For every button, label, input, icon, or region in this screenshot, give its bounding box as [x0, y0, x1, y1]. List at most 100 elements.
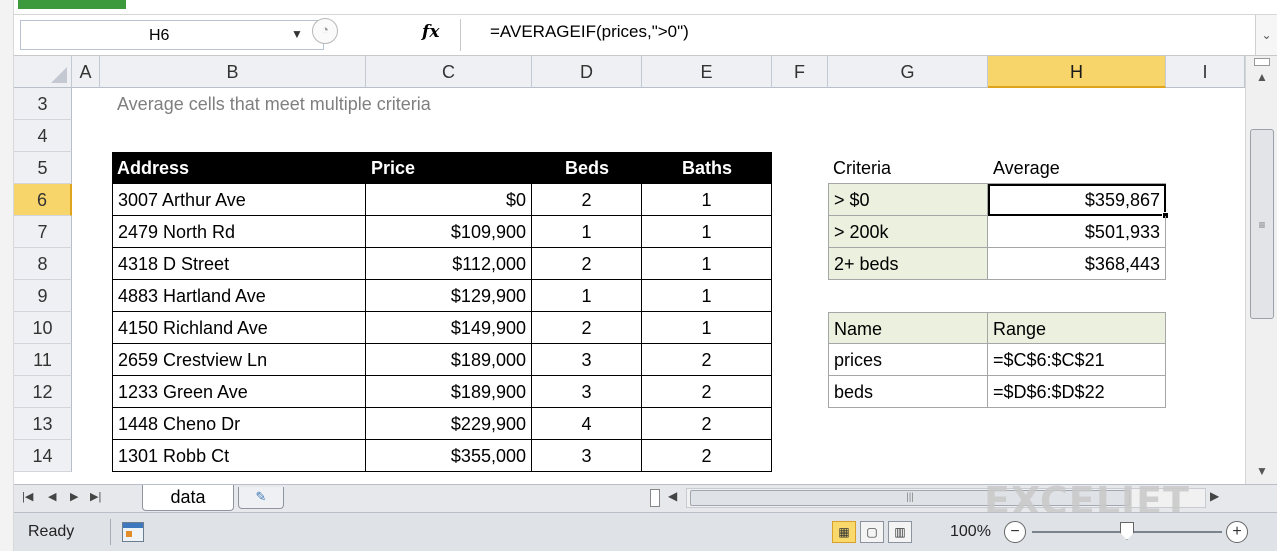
- scroll-right-icon[interactable]: ▶: [1210, 489, 1219, 503]
- table-cell-baths[interactable]: 1: [642, 248, 772, 280]
- zoom-out-icon[interactable]: −: [1004, 521, 1026, 543]
- table-cell-beds[interactable]: 3: [532, 344, 642, 376]
- criteria-header[interactable]: Criteria: [828, 152, 988, 184]
- sheet-tab-data[interactable]: data: [142, 485, 234, 511]
- first-sheet-icon[interactable]: |◀: [22, 490, 33, 503]
- table-cell-beds[interactable]: 1: [532, 216, 642, 248]
- table-cell-price[interactable]: $0: [366, 184, 532, 216]
- table-cell-baths[interactable]: 2: [642, 408, 772, 440]
- normal-view-icon[interactable]: ▦: [832, 521, 856, 543]
- table-cell-address[interactable]: 4150 Richland Ave: [112, 312, 366, 344]
- name-header[interactable]: Name: [828, 312, 988, 344]
- table-header-baths[interactable]: Baths: [642, 152, 772, 184]
- page-break-view-icon[interactable]: ▥: [888, 521, 912, 543]
- zoom-slider-thumb[interactable]: [1120, 522, 1134, 540]
- column-header-b[interactable]: B: [100, 56, 366, 88]
- table-cell-address[interactable]: 3007 Arthur Ave: [112, 184, 366, 216]
- name-cell[interactable]: prices: [828, 344, 988, 376]
- table-cell-beds[interactable]: 1: [532, 280, 642, 312]
- scroll-up-icon[interactable]: ▲: [1246, 70, 1277, 90]
- expand-formula-bar-icon[interactable]: ⌄: [1255, 15, 1277, 55]
- table-cell-price[interactable]: $149,900: [366, 312, 532, 344]
- table-cell-address[interactable]: 4318 D Street: [112, 248, 366, 280]
- record-macro-icon[interactable]: [122, 522, 144, 542]
- chevron-down-icon[interactable]: ▼: [291, 27, 303, 41]
- row-header-13[interactable]: 13: [14, 408, 72, 440]
- table-cell-address[interactable]: 4883 Hartland Ave: [112, 280, 366, 312]
- table-cell-price[interactable]: $189,000: [366, 344, 532, 376]
- row-header-5[interactable]: 5: [14, 152, 72, 184]
- insert-function-icon[interactable]: fx: [422, 22, 439, 42]
- table-cell-beds[interactable]: 2: [532, 312, 642, 344]
- table-cell-beds[interactable]: 3: [532, 440, 642, 472]
- table-header-price[interactable]: Price: [366, 152, 532, 184]
- table-cell-address[interactable]: 2659 Crestview Ln: [112, 344, 366, 376]
- table-cell-baths[interactable]: 2: [642, 344, 772, 376]
- row-header-8[interactable]: 8: [14, 248, 72, 280]
- scroll-down-icon[interactable]: ▼: [1246, 464, 1277, 484]
- criteria-cell[interactable]: > 200k: [828, 216, 988, 248]
- average-cell-active[interactable]: $359,867: [988, 184, 1166, 216]
- table-cell-price[interactable]: $109,900: [366, 216, 532, 248]
- table-cell-beds[interactable]: 2: [532, 184, 642, 216]
- row-header-6[interactable]: 6: [14, 184, 72, 216]
- table-cell-price[interactable]: $129,900: [366, 280, 532, 312]
- table-cell-address[interactable]: 1301 Robb Ct: [112, 440, 366, 472]
- formula-bar-resize-icon[interactable]: ◔: [312, 18, 338, 44]
- zoom-in-icon[interactable]: +: [1226, 521, 1248, 543]
- zoom-level[interactable]: 100%: [950, 523, 991, 541]
- tab-split-handle[interactable]: [650, 489, 660, 507]
- range-cell[interactable]: =$C$6:$C$21: [988, 344, 1166, 376]
- average-cell[interactable]: $368,443: [988, 248, 1166, 280]
- row-header-11[interactable]: 11: [14, 344, 72, 376]
- column-header-c[interactable]: C: [366, 56, 532, 88]
- criteria-cell[interactable]: 2+ beds: [828, 248, 988, 280]
- name-box[interactable]: H6 ▼: [20, 20, 324, 50]
- table-cell-baths[interactable]: 1: [642, 216, 772, 248]
- table-cell-baths[interactable]: 1: [642, 280, 772, 312]
- table-cell-baths[interactable]: 2: [642, 440, 772, 472]
- range-header[interactable]: Range: [988, 312, 1166, 344]
- worksheet-grid[interactable]: A B C D E F G H I 3 4 5 6 7 8 9 10 11 12…: [14, 56, 1245, 484]
- page-layout-view-icon[interactable]: ▢: [860, 521, 884, 543]
- table-cell-price[interactable]: $112,000: [366, 248, 532, 280]
- table-header-beds[interactable]: Beds: [532, 152, 642, 184]
- select-all-corner[interactable]: [14, 56, 72, 88]
- vertical-scrollbar[interactable]: ▲ ≡ ▼: [1245, 56, 1277, 484]
- column-header-e[interactable]: E: [642, 56, 772, 88]
- row-header-9[interactable]: 9: [14, 280, 72, 312]
- table-header-address[interactable]: Address: [112, 152, 366, 184]
- formula-input[interactable]: =AVERAGEIF(prices,">0"): [490, 22, 689, 42]
- table-cell-price[interactable]: $229,900: [366, 408, 532, 440]
- table-cell-beds[interactable]: 4: [532, 408, 642, 440]
- row-header-12[interactable]: 12: [14, 376, 72, 408]
- next-sheet-icon[interactable]: ▶: [70, 490, 78, 503]
- scroll-left-icon[interactable]: ◀: [668, 489, 677, 503]
- table-cell-address[interactable]: 2479 North Rd: [112, 216, 366, 248]
- average-cell[interactable]: $501,933: [988, 216, 1166, 248]
- table-cell-beds[interactable]: 2: [532, 248, 642, 280]
- table-cell-baths[interactable]: 2: [642, 376, 772, 408]
- column-header-g[interactable]: G: [828, 56, 988, 88]
- criteria-cell[interactable]: > $0: [828, 184, 988, 216]
- table-cell-address[interactable]: 1448 Cheno Dr: [112, 408, 366, 440]
- column-header-a[interactable]: A: [72, 56, 100, 88]
- table-cell-beds[interactable]: 3: [532, 376, 642, 408]
- name-cell[interactable]: beds: [828, 376, 988, 408]
- table-cell-price[interactable]: $189,900: [366, 376, 532, 408]
- sheet-title[interactable]: Average cells that meet multiple criteri…: [112, 88, 672, 120]
- range-cell[interactable]: =$D$6:$D$22: [988, 376, 1166, 408]
- table-cell-baths[interactable]: 1: [642, 184, 772, 216]
- row-header-4[interactable]: 4: [14, 120, 72, 152]
- table-cell-baths[interactable]: 1: [642, 312, 772, 344]
- split-box-icon[interactable]: [1254, 58, 1270, 66]
- column-header-i[interactable]: I: [1166, 56, 1245, 88]
- row-header-14[interactable]: 14: [14, 440, 72, 472]
- last-sheet-icon[interactable]: ▶|: [90, 490, 101, 503]
- row-header-10[interactable]: 10: [14, 312, 72, 344]
- row-header-7[interactable]: 7: [14, 216, 72, 248]
- table-cell-address[interactable]: 1233 Green Ave: [112, 376, 366, 408]
- table-cell-price[interactable]: $355,000: [366, 440, 532, 472]
- insert-sheet-icon[interactable]: ✎: [238, 487, 284, 509]
- average-header[interactable]: Average: [988, 152, 1166, 184]
